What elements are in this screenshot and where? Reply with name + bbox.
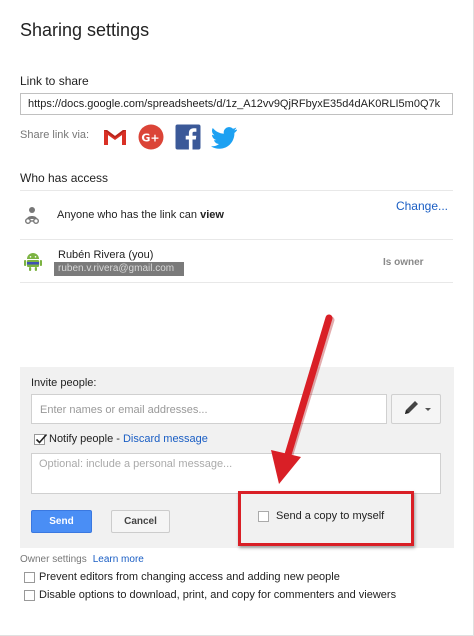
send-copy-label: Send a copy to myself — [276, 510, 385, 522]
share-link-field[interactable]: https://docs.google.com/spreadsheets/d/1… — [20, 93, 453, 115]
facebook-icon[interactable] — [175, 124, 201, 150]
owner-name: Rubén Rivera (you) — [58, 249, 154, 261]
send-copy-row[interactable]: Send a copy to myself — [258, 510, 384, 522]
link-access-permission: view — [200, 209, 224, 221]
send-button[interactable]: Send — [31, 510, 92, 533]
pencil-icon — [405, 401, 431, 414]
prevent-editors-option[interactable]: Prevent editors from changing access and… — [24, 571, 340, 583]
gmail-icon[interactable] — [102, 124, 128, 150]
link-access-text: Anyone who has the link can view — [57, 209, 224, 221]
personal-message-textarea[interactable]: Optional: include a personal message... — [31, 453, 441, 494]
link-to-share-label: Link to share — [20, 74, 89, 88]
notify-people-row[interactable]: Notify people - Discard message — [34, 433, 208, 445]
people-link-icon — [25, 207, 39, 224]
checkmark-icon — [35, 433, 48, 444]
link-access-prefix: Anyone who has the link can — [57, 209, 198, 221]
prevent-editors-checkbox[interactable] — [24, 571, 35, 583]
prevent-editors-label: Prevent editors from changing access and… — [39, 571, 340, 583]
access-row-link: Anyone who has the link can view — [20, 190, 453, 240]
google-plus-icon[interactable]: G+ — [138, 124, 164, 150]
owner-settings-row: Owner settings Learn more — [20, 554, 144, 565]
cancel-button[interactable]: Cancel — [111, 510, 170, 533]
learn-more-link[interactable]: Learn more — [93, 554, 144, 565]
change-access-link[interactable]: Change... — [396, 199, 448, 213]
twitter-icon[interactable] — [211, 124, 239, 150]
android-avatar-icon — [24, 253, 42, 271]
owner-email: ruben.v.rivera@gmail.com — [54, 262, 184, 276]
permission-dropdown-button[interactable] — [391, 394, 441, 424]
send-copy-checkbox[interactable] — [258, 510, 269, 522]
svg-text:G+: G+ — [141, 132, 159, 145]
invite-people-input[interactable]: Enter names or email addresses... — [31, 394, 387, 424]
who-has-access-label: Who has access — [20, 171, 109, 185]
disable-download-option[interactable]: Disable options to download, print, and … — [24, 589, 396, 601]
invite-people-label: Invite people: — [31, 377, 97, 389]
owner-settings-label: Owner settings — [20, 554, 87, 565]
sharing-settings-dialog: Sharing settings Link to share https://d… — [0, 0, 474, 636]
owner-role-label: Is owner — [383, 257, 424, 268]
disable-download-label: Disable options to download, print, and … — [39, 589, 397, 601]
share-via-label: Share link via: — [20, 129, 90, 141]
notify-label: Notify people - — [49, 433, 120, 445]
notify-checkbox[interactable] — [34, 433, 48, 445]
disable-download-checkbox[interactable] — [24, 589, 35, 601]
dialog-title: Sharing settings — [20, 20, 150, 40]
discard-message-link[interactable]: Discard message — [123, 433, 208, 445]
